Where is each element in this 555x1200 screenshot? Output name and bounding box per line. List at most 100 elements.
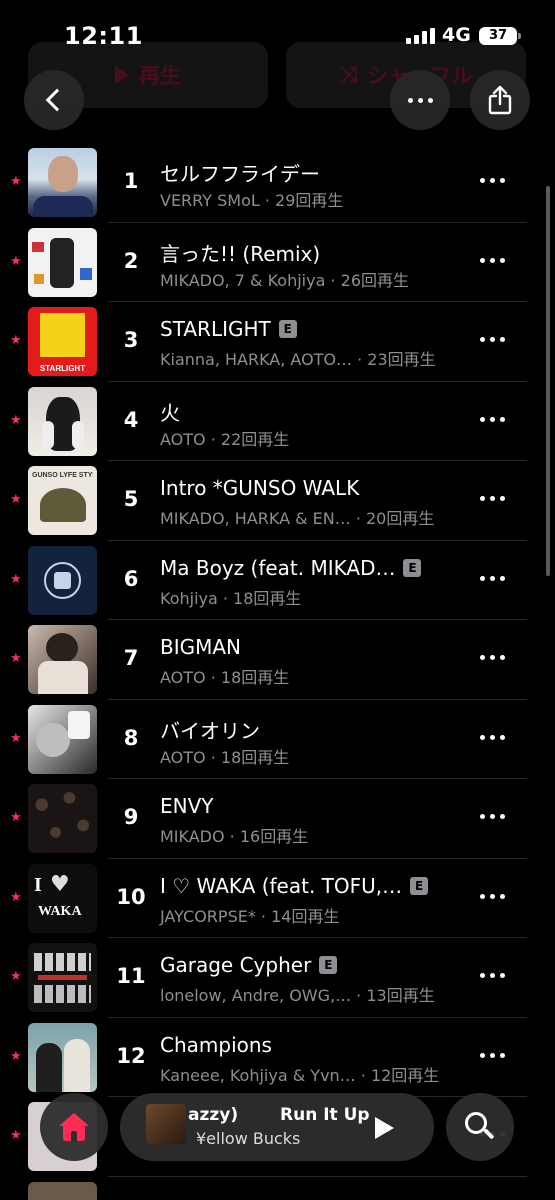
track-more-button[interactable] bbox=[480, 416, 505, 422]
track-subtitle: AOTO · 18回再生 bbox=[160, 747, 290, 767]
track-title-text: Intro *GUNSO WALK bbox=[160, 476, 360, 500]
album-art bbox=[28, 625, 97, 694]
album-art-label: STARLIGHT bbox=[28, 362, 97, 376]
playlist-more-button[interactable] bbox=[390, 70, 450, 130]
track-rank: 10 bbox=[116, 884, 146, 909]
now-playing-title-prev: azzy) bbox=[188, 1105, 239, 1125]
star-icon: ★ bbox=[10, 730, 22, 746]
ellipsis-icon bbox=[480, 416, 505, 422]
track-title: ENVY bbox=[160, 794, 214, 818]
track-more-button[interactable] bbox=[480, 575, 505, 581]
ellipsis-icon bbox=[407, 97, 433, 103]
track-rank: 6 bbox=[123, 566, 139, 591]
album-art: I ♥ WAKA bbox=[28, 863, 97, 933]
track-subtitle: Kaneee, Kohjiya & Yvn… · 12回再生 bbox=[160, 1065, 440, 1085]
track-row[interactable]: ★ 1 セルフフライデー VERRY SMoL · 29回再生 bbox=[0, 143, 555, 223]
track-title-text: ENVY bbox=[160, 794, 214, 818]
track-rank: 3 bbox=[123, 328, 139, 352]
play-icon bbox=[115, 66, 129, 84]
ellipsis-icon bbox=[480, 1052, 505, 1058]
track-more-button[interactable] bbox=[480, 178, 505, 183]
album-art bbox=[28, 704, 97, 774]
track-row[interactable]: ★ 8 バイオリン AOTO · 18回再生 bbox=[0, 700, 555, 779]
track-row[interactable]: ★ 6 Ma Boyz (feat. MIKAD… E Kohjiya · 18回… bbox=[0, 541, 555, 620]
home-tab-button[interactable] bbox=[40, 1093, 108, 1161]
track-more-button[interactable] bbox=[480, 337, 505, 342]
track-rank: 9 bbox=[123, 805, 139, 829]
track-title-text: 言った!! (Remix) bbox=[160, 241, 321, 266]
back-button[interactable] bbox=[24, 70, 84, 130]
ellipsis-icon bbox=[480, 257, 505, 263]
battery-level: 37 bbox=[488, 28, 508, 43]
explicit-badge: E bbox=[403, 558, 422, 577]
track-more-button[interactable] bbox=[480, 734, 505, 740]
play-all-label: 再生 bbox=[139, 64, 181, 88]
track-more-button[interactable] bbox=[480, 814, 505, 819]
track-more-button[interactable] bbox=[480, 496, 505, 501]
ellipsis-icon bbox=[480, 973, 505, 978]
ellipsis-icon bbox=[480, 337, 505, 342]
album-art bbox=[28, 386, 97, 456]
chevron-left-icon bbox=[45, 88, 69, 112]
share-button[interactable] bbox=[470, 70, 530, 130]
track-row[interactable]: ★ 7 BIGMAN AOTO · 18回再生 bbox=[0, 620, 555, 700]
track-row[interactable]: ★ 4 火 AOTO · 22回再生 bbox=[0, 382, 555, 461]
track-subtitle: AOTO · 22回再生 bbox=[160, 429, 290, 449]
scrollbar[interactable] bbox=[546, 186, 550, 576]
track-more-button[interactable] bbox=[480, 973, 505, 978]
track-title: バイオリン bbox=[160, 715, 260, 744]
star-icon: ★ bbox=[10, 651, 22, 666]
track-rank: 8 bbox=[123, 725, 139, 750]
track-rank: 11 bbox=[116, 964, 146, 988]
ellipsis-icon bbox=[480, 496, 505, 501]
now-playing-title: Run It Up bbox=[280, 1105, 370, 1125]
track-title-text: Ma Boyz (feat. MIKAD… bbox=[160, 555, 396, 580]
now-playing-artist: ¥ellow Bucks bbox=[196, 1129, 301, 1148]
network-type: 4G bbox=[442, 24, 471, 46]
search-tab-button[interactable] bbox=[446, 1093, 514, 1161]
track-subtitle: MIKADO, HARKA & EN… · 20回再生 bbox=[160, 509, 435, 528]
star-icon: ★ bbox=[10, 889, 22, 905]
mini-player[interactable]: azzy) Run It Up ¥ellow Bucks bbox=[120, 1093, 434, 1161]
play-icon[interactable] bbox=[375, 1117, 394, 1139]
track-row[interactable]: ★ 9 ENVY MIKADO · 16回再生 bbox=[0, 779, 555, 859]
ellipsis-icon bbox=[480, 814, 505, 819]
ellipsis-icon bbox=[480, 575, 505, 581]
track-more-button[interactable] bbox=[480, 257, 505, 263]
track-more-button[interactable] bbox=[480, 1052, 505, 1058]
track-row[interactable]: ★ 2 言った!! (Remix) MIKADO, 7 & Kohjiya · … bbox=[0, 223, 555, 302]
album-art bbox=[28, 1181, 97, 1200]
track-subtitle: MIKADO, 7 & Kohjiya · 26回再生 bbox=[160, 270, 410, 290]
track-row[interactable] bbox=[0, 1177, 555, 1200]
track-subtitle: AOTO · 18回再生 bbox=[160, 668, 290, 687]
star-icon: ★ bbox=[10, 253, 22, 269]
track-row[interactable]: ★ 12 Champions Kaneee, Kohjiya & Yvn… · … bbox=[0, 1018, 555, 1097]
track-row[interactable]: ★ I ♥ WAKA 10 I ♡ WAKA (feat. TOFU,… E JA… bbox=[0, 859, 555, 938]
star-icon: ★ bbox=[10, 492, 22, 507]
track-rank: 2 bbox=[123, 248, 139, 273]
track-more-button[interactable] bbox=[480, 655, 505, 660]
star-icon: ★ bbox=[10, 810, 22, 825]
track-title: STARLIGHT E bbox=[160, 317, 297, 341]
track-row[interactable]: ★ 11 Garage Cypher E lonelow, Andre, OWG,… bbox=[0, 938, 555, 1018]
battery-icon: 37 bbox=[479, 27, 521, 45]
track-title: 言った!! (Remix) bbox=[160, 238, 320, 267]
track-title: Intro *GUNSO WALK bbox=[160, 476, 359, 500]
star-icon: ★ bbox=[10, 969, 22, 984]
album-art bbox=[28, 1022, 97, 1092]
track-title-text: BIGMAN bbox=[160, 635, 242, 659]
track-title: Garage Cypher E bbox=[160, 953, 338, 977]
track-row[interactable]: ★ STARLIGHT 3 STARLIGHT E Kianna, HARKA, … bbox=[0, 302, 555, 382]
track-rank: 5 bbox=[123, 487, 139, 511]
track-title: BIGMAN bbox=[160, 635, 241, 659]
share-icon bbox=[488, 85, 512, 115]
star-icon: ★ bbox=[10, 571, 22, 587]
track-row[interactable]: ★ GUNSO LYFE STYLE 5 Intro *GUNSO WALK M… bbox=[0, 461, 555, 541]
star-icon: ★ bbox=[10, 412, 22, 428]
track-title-text: I ♡ WAKA (feat. TOFU,… bbox=[160, 873, 403, 898]
track-more-button[interactable] bbox=[480, 893, 505, 899]
cellular-signal-icon bbox=[406, 28, 435, 44]
album-art bbox=[28, 943, 97, 1012]
ellipsis-icon bbox=[480, 893, 505, 899]
shuffle-icon: ⤨ bbox=[339, 62, 358, 88]
